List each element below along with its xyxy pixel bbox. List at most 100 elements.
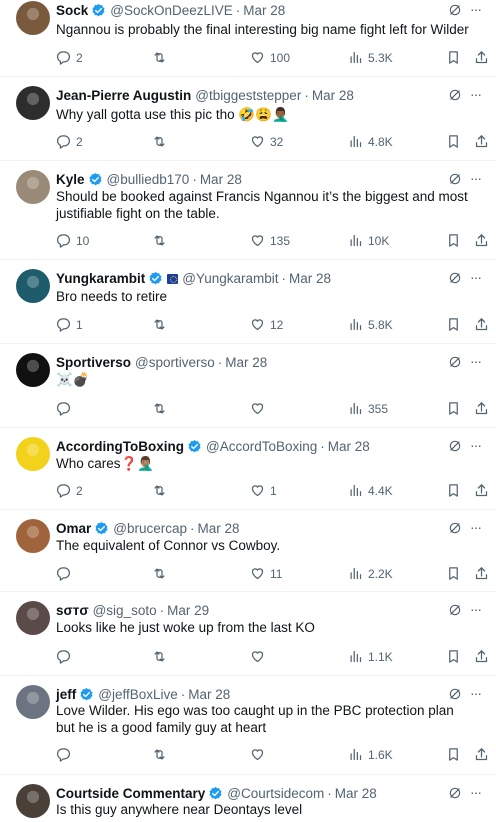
display-name[interactable]: Jean-Pierre Augustin bbox=[56, 88, 191, 103]
grok-icon bbox=[449, 356, 461, 368]
more-icon[interactable]: ··· bbox=[470, 520, 488, 536]
separator-dot: · bbox=[281, 271, 287, 286]
avatar[interactable] bbox=[16, 519, 50, 553]
tweet-text: Should be booked against Francis Ngannou… bbox=[56, 189, 468, 221]
bookmark-icon bbox=[449, 748, 458, 761]
like-count: 1 bbox=[270, 484, 277, 498]
tweet-date[interactable]: Mar 28 bbox=[198, 521, 240, 536]
tweet-date[interactable]: Mar 28 bbox=[188, 687, 230, 702]
display-name[interactable]: Sportiverso bbox=[56, 355, 131, 370]
retweet-icon bbox=[154, 136, 165, 147]
like-icon bbox=[251, 235, 264, 247]
avatar[interactable] bbox=[16, 86, 50, 120]
reply-tweet[interactable]: Jean-Pierre Augustin @tbiggeststepper · Mar… bbox=[0, 76, 496, 160]
user-handle[interactable]: @sportiverso bbox=[135, 355, 215, 370]
verified-badge-icon bbox=[188, 439, 201, 453]
avatar[interactable] bbox=[16, 685, 50, 719]
display-name[interactable]: AccordingToBoxing bbox=[56, 439, 184, 454]
user-handle[interactable]: @tbiggeststepper bbox=[195, 88, 301, 103]
tweet-text: Is this guy anywhere near Deontays level bbox=[56, 802, 303, 817]
more-icon[interactable]: ··· bbox=[470, 602, 488, 618]
reply-tweet[interactable]: Yungkarambit @Yungkarambit · Mar 28 ··· Bro n… bbox=[0, 259, 496, 343]
tweet-date[interactable]: Mar 29 bbox=[167, 603, 209, 618]
more-icon[interactable]: ··· bbox=[470, 438, 488, 454]
tweet-date[interactable]: Mar 28 bbox=[335, 786, 377, 801]
display-name[interactable]: Kyle bbox=[56, 172, 85, 187]
more-icon[interactable]: ··· bbox=[470, 270, 488, 286]
like-count: 11 bbox=[270, 567, 283, 581]
share-icon bbox=[475, 51, 488, 64]
tweet-date[interactable]: Mar 28 bbox=[289, 271, 331, 286]
reply-tweet[interactable]: sσтσ @sig_soto · Mar 29 ··· Looks like he jus… bbox=[0, 591, 496, 675]
reply-tweet[interactable]: Sportiverso @sportiverso · Mar 28 ··· ☠️💣 355 bbox=[0, 343, 496, 427]
reply-tweet[interactable]: jeff @jeffBoxLive · Mar 28 ··· Love Wilder. H… bbox=[0, 675, 496, 774]
display-name[interactable]: Yungkarambit bbox=[56, 271, 145, 286]
user-handle[interactable]: @Yungkarambit bbox=[182, 271, 278, 286]
display-name[interactable]: jeff bbox=[56, 687, 76, 702]
views-icon bbox=[350, 318, 362, 331]
user-handle[interactable]: @brucercap bbox=[113, 521, 187, 536]
reply-tweet[interactable]: Kyle @bulliedb170 · Mar 28 ··· Should be book… bbox=[0, 160, 496, 259]
user-handle[interactable]: @sig_soto bbox=[93, 603, 157, 618]
tweet-date[interactable]: Mar 28 bbox=[225, 355, 267, 370]
reply-tweet[interactable]: AccordingToBoxing @AccordToBoxing · Mar 28 ·… bbox=[0, 427, 496, 509]
avatar[interactable] bbox=[16, 601, 50, 635]
like-count: 12 bbox=[270, 318, 284, 332]
avatar[interactable] bbox=[16, 784, 50, 818]
reply-tweet[interactable]: Omar @brucercap · Mar 28 ··· The equivalent o… bbox=[0, 509, 496, 591]
separator-dot: · bbox=[190, 521, 195, 536]
reply-count: 1 bbox=[76, 318, 83, 332]
display-name[interactable]: Sock bbox=[56, 3, 88, 18]
user-handle[interactable]: @jeffBoxLive bbox=[98, 687, 178, 702]
views-icon bbox=[350, 567, 362, 580]
action-bar: 355 bbox=[56, 400, 496, 418]
more-icon[interactable]: ··· bbox=[470, 171, 488, 187]
retweet-icon bbox=[154, 52, 165, 63]
user-handle[interactable]: @AccordToBoxing bbox=[206, 439, 317, 454]
more-icon[interactable]: ··· bbox=[470, 354, 488, 370]
display-name[interactable]: Omar bbox=[56, 521, 91, 536]
tweet-header: Yungkarambit @Yungkarambit · Mar 28 bbox=[56, 269, 331, 289]
like-icon bbox=[251, 403, 264, 415]
tweet-header: sσтσ @sig_soto · Mar 29 bbox=[56, 601, 209, 621]
bookmark-icon bbox=[449, 484, 458, 497]
user-handle[interactable]: @bulliedb170 bbox=[107, 172, 190, 187]
avatar[interactable] bbox=[16, 353, 50, 387]
separator-dot: · bbox=[217, 355, 223, 370]
tweet-header: Kyle @bulliedb170 · Mar 28 bbox=[56, 170, 242, 190]
verified-badge-icon bbox=[89, 172, 102, 186]
action-bar: 2 1 4.4K bbox=[56, 482, 496, 500]
reply-icon bbox=[56, 484, 70, 498]
grok-icon bbox=[449, 604, 461, 616]
more-icon[interactable]: ··· bbox=[470, 785, 488, 801]
reply-tweet[interactable]: Courtside Commentary @Courtsidecom · Mar 28… bbox=[0, 774, 496, 822]
user-handle[interactable]: @SockOnDeezLIVE bbox=[110, 3, 233, 18]
more-icon[interactable]: ··· bbox=[470, 2, 488, 18]
flag-icon bbox=[167, 274, 179, 284]
retweet-icon bbox=[154, 485, 165, 496]
view-count: 355 bbox=[368, 402, 389, 416]
action-bar: 1.6K bbox=[56, 746, 496, 764]
like-count: 135 bbox=[270, 234, 291, 248]
avatar[interactable] bbox=[16, 1, 50, 35]
tweet-date[interactable]: Mar 28 bbox=[312, 88, 354, 103]
display-name[interactable]: sσтσ bbox=[56, 603, 89, 618]
avatar[interactable] bbox=[16, 170, 50, 204]
more-icon[interactable]: ··· bbox=[470, 87, 488, 103]
avatar[interactable] bbox=[16, 269, 50, 303]
user-handle[interactable]: @Courtsidecom bbox=[227, 786, 324, 801]
display-name[interactable]: Courtside Commentary bbox=[56, 786, 205, 801]
avatar[interactable] bbox=[16, 437, 50, 471]
tweet-text: Love Wilder. His ego was too caught up i… bbox=[56, 703, 454, 735]
tweet-text: ☠️💣 bbox=[56, 372, 90, 387]
reply-tweet[interactable]: Sock @SockOnDeezLIVE · Mar 28 ··· Ngannou is … bbox=[0, 0, 496, 76]
tweet-date[interactable]: Mar 28 bbox=[200, 172, 242, 187]
tweet-date[interactable]: Mar 28 bbox=[328, 439, 370, 454]
more-icon[interactable]: ··· bbox=[470, 686, 488, 702]
grok-button[interactable] bbox=[448, 88, 462, 107]
reply-icon bbox=[56, 748, 70, 762]
grok-button[interactable] bbox=[448, 3, 462, 22]
tweet-date[interactable]: Mar 28 bbox=[243, 3, 285, 18]
reply-count: 2 bbox=[76, 135, 83, 149]
view-count: 4.4K bbox=[368, 484, 393, 498]
